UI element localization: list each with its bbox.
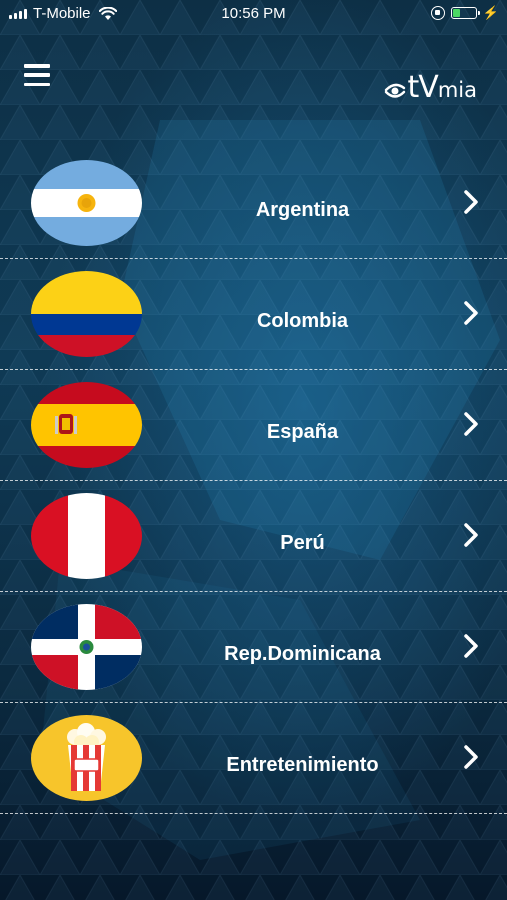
status-bar: T-Mobile 10:56 PM ⚡ xyxy=(0,0,507,28)
list-item-colombia[interactable]: Colombia xyxy=(0,259,507,370)
category-label: Entretenimiento xyxy=(226,754,379,776)
logo-eye-icon xyxy=(384,83,405,98)
flag-dominican-republic-icon xyxy=(31,604,142,690)
country-label: España xyxy=(266,421,339,443)
chevron-right-icon[interactable] xyxy=(463,300,479,326)
logo-tv-text: tV xyxy=(407,70,439,105)
logo-mia-text: mia xyxy=(437,78,477,102)
flag-spain-icon xyxy=(31,382,142,468)
list-item-argentina[interactable]: Argentina xyxy=(0,148,507,259)
chevron-right-icon[interactable] xyxy=(463,522,479,548)
flag-colombia-icon xyxy=(31,271,142,357)
app-header: tV mia xyxy=(0,56,507,106)
country-label: Perú xyxy=(280,532,325,554)
app-logo: tV mia xyxy=(384,70,477,105)
list-item-peru[interactable]: Perú xyxy=(0,481,507,592)
charging-bolt-icon: ⚡ xyxy=(482,5,499,20)
chevron-right-icon[interactable] xyxy=(463,633,479,659)
flag-peru-icon xyxy=(31,493,142,579)
list-item-entretenimiento[interactable]: Entretenimiento xyxy=(0,703,507,814)
list-item-rep-dominicana[interactable]: Rep.Dominicana xyxy=(0,592,507,703)
country-label: Argentina xyxy=(255,199,350,221)
chevron-right-icon[interactable] xyxy=(463,189,479,215)
chevron-right-icon[interactable] xyxy=(463,744,479,770)
chevron-right-icon[interactable] xyxy=(463,411,479,437)
flag-argentina-icon xyxy=(31,160,142,246)
hamburger-menu-icon[interactable] xyxy=(24,64,50,86)
orientation-lock-icon xyxy=(430,6,445,20)
popcorn-icon xyxy=(31,715,142,801)
battery-icon xyxy=(450,7,480,19)
country-label: Rep.Dominicana xyxy=(224,643,381,665)
list-item-espana[interactable]: España xyxy=(0,370,507,481)
channel-list: Argentina Colombia España Perú Rep.Domin… xyxy=(0,148,507,814)
country-label: Colombia xyxy=(256,310,349,332)
